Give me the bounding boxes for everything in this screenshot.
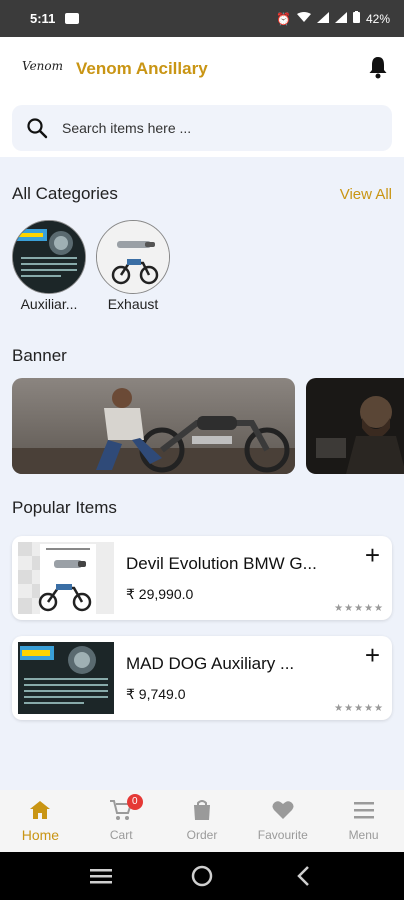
add-to-cart-icon[interactable]: + [365,642,380,668]
back-icon[interactable] [297,866,309,886]
bottom-nav: Home 0 Cart Order Favourite Menu [0,790,404,852]
status-bar: 5:11 ⏰ 42% [0,0,404,37]
home-icon [30,801,51,819]
product-name: Devil Evolution BMW G... [126,554,317,573]
nav-favourite[interactable]: Favourite [242,790,323,852]
category-image [12,220,86,294]
rating-stars: ★★★★★ [334,703,384,714]
app-logo: Venom [22,59,63,73]
search-bar[interactable] [12,105,392,151]
nav-label: Order [186,828,218,842]
product-card[interactable]: Devil Evolution BMW G... ₹ 29,990.0 + ★★… [12,536,392,620]
nav-label: Home [21,827,60,843]
sim-icon [65,13,80,24]
menu-icon [353,802,374,819]
status-time: 5:11 [30,11,56,26]
popular-items-title: Popular Items [12,498,117,517]
category-auxiliary[interactable]: Auxiliar... [10,220,88,312]
bag-icon [193,800,210,820]
signal-icon [334,11,347,26]
notification-bell-icon[interactable] [368,55,388,79]
rating-stars: ★★★★★ [334,603,384,614]
nav-label: Menu [348,828,379,842]
add-to-cart-icon[interactable]: + [365,542,380,568]
category-exhaust[interactable]: Exhaust [94,220,172,312]
system-nav-bar [0,852,404,900]
product-price: ₹ 9,749.0 [126,686,186,702]
nav-label: Favourite [257,828,308,842]
banner-image [12,378,295,474]
nav-home[interactable]: Home [0,790,81,852]
category-label: Auxiliar... [20,296,78,312]
banner-slide[interactable] [12,378,295,474]
banner-slide[interactable] [306,378,404,474]
app-title: Venom Ancillary [76,59,208,78]
app-header: Venom Venom Ancillary [0,37,404,157]
nav-order[interactable]: Order [162,790,243,852]
nav-cart[interactable]: 0 Cart [81,790,162,852]
alarm-icon: ⏰ [276,11,291,26]
banner-image [306,378,404,474]
product-image [18,542,114,614]
search-icon [27,118,48,139]
banner-title: Banner [12,346,67,365]
product-card[interactable]: MAD DOG Auxiliary ... ₹ 9,749.0 + ★★★★★ [12,636,392,720]
categories-title: All Categories [12,184,118,203]
product-image [18,642,114,714]
product-name: MAD DOG Auxiliary ... [126,654,295,673]
recent-apps-icon[interactable] [90,869,112,884]
view-all-link[interactable]: View All [340,186,392,203]
home-circle-icon[interactable] [191,865,213,887]
wifi-icon [296,11,311,26]
category-label: Exhaust [107,296,159,312]
status-icons: ⏰ 42% [276,11,390,26]
signal-icon [316,11,329,26]
product-price: ₹ 29,990.0 [126,586,194,602]
nav-menu[interactable]: Menu [323,790,404,852]
search-input[interactable] [62,120,342,136]
heart-icon [272,801,294,819]
cart-badge: 0 [126,794,143,810]
nav-label: Cart [109,828,133,842]
battery-percentage: 42% [365,11,390,26]
battery-icon [352,11,360,26]
category-image [96,220,170,294]
